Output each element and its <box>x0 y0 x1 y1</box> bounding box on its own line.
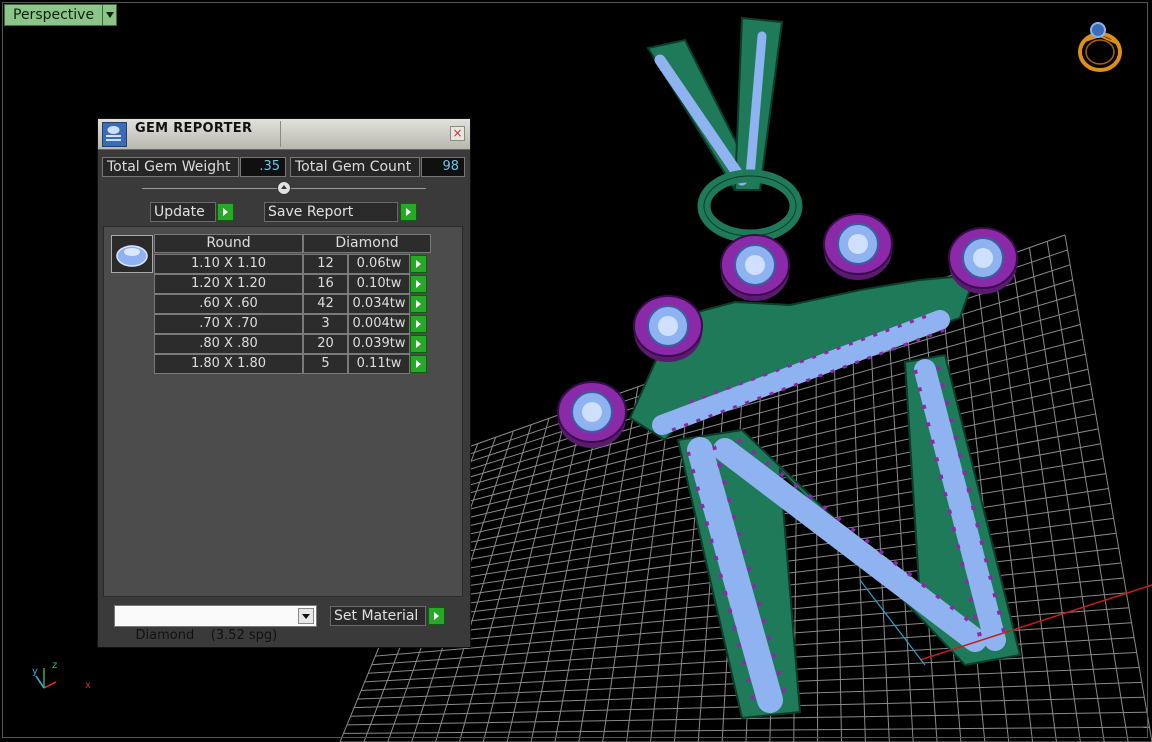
row-count: 20 <box>303 334 348 354</box>
pendant-model <box>557 16 1022 720</box>
row-select-play-icon[interactable] <box>410 355 427 373</box>
panel-title: GEM REPORTER <box>135 121 253 136</box>
update-button[interactable]: Update <box>150 202 216 222</box>
row-size: .80 X .80 <box>154 334 303 354</box>
row-select-play-icon[interactable] <box>410 255 427 273</box>
row-select-play-icon[interactable] <box>410 295 427 313</box>
row-count: 16 <box>303 274 348 294</box>
row-select-play-icon[interactable] <box>410 315 427 333</box>
row-size: .60 X .60 <box>154 294 303 314</box>
row-weight: 0.06tw <box>348 254 410 274</box>
view-name-text[interactable]: Perspective <box>4 4 104 26</box>
panel-titlebar[interactable]: GEM REPORTER × <box>98 119 470 150</box>
total-gem-weight-label: Total Gem Weight <box>102 157 239 177</box>
table-row[interactable]: .60 X .60 42 0.034tw <box>154 294 431 314</box>
gem-reporter-icon <box>102 122 127 147</box>
save-report-button[interactable]: Save Report <box>264 202 398 222</box>
row-weight: 0.034tw <box>348 294 410 314</box>
row-weight: 0.039tw <box>348 334 410 354</box>
ring-view-icon[interactable] <box>1074 18 1126 78</box>
set-material-play-icon[interactable] <box>428 607 445 625</box>
row-size: 1.80 X 1.80 <box>154 354 303 374</box>
total-gem-weight-value: .35 <box>240 157 286 177</box>
column-header-material: Diamond <box>303 234 431 253</box>
table-row[interactable]: .80 X .80 20 0.039tw <box>154 334 431 354</box>
column-header-shape: Round <box>154 234 303 253</box>
row-count: 42 <box>303 294 348 314</box>
axis-indicator: x y z <box>28 660 98 704</box>
row-size: .70 X .70 <box>154 314 303 334</box>
total-gem-count-label: Total Gem Count <box>290 157 420 177</box>
dropdown-arrow-icon[interactable] <box>298 608 314 624</box>
gem-thumbnail-icon[interactable] <box>111 235 153 273</box>
set-material-button[interactable]: Set Material <box>330 606 426 626</box>
slider-knob-icon[interactable] <box>277 181 291 195</box>
view-name-label[interactable]: Perspective <box>4 4 118 26</box>
table-row[interactable]: .70 X .70 3 0.004tw <box>154 314 431 334</box>
row-select-play-icon[interactable] <box>410 335 427 353</box>
row-weight: 0.004tw <box>348 314 410 334</box>
table-row[interactable]: 1.80 X 1.80 5 0.11tw <box>154 354 431 374</box>
y-axis-label: y <box>32 666 38 677</box>
close-icon[interactable]: × <box>450 126 465 141</box>
x-axis-label: x <box>85 680 91 691</box>
update-play-icon[interactable] <box>217 203 234 221</box>
row-weight: 0.10tw <box>348 274 410 294</box>
row-count: 3 <box>303 314 348 334</box>
table-row[interactable]: 1.10 X 1.10 12 0.06tw <box>154 254 431 274</box>
row-size: 1.10 X 1.10 <box>154 254 303 274</box>
view-menu-dropdown-icon[interactable] <box>103 4 118 26</box>
row-weight: 0.11tw <box>348 354 410 374</box>
row-select-play-icon[interactable] <box>410 275 427 293</box>
total-gem-count-value: 98 <box>421 157 465 177</box>
material-select[interactable]: Diamond (3.52 spg) <box>114 605 317 643</box>
z-axis-label: z <box>52 660 58 671</box>
material-select-value: Diamond (3.52 spg) <box>135 628 278 643</box>
gem-reporter-panel: GEM REPORTER × Total Gem Weight .35 Tota… <box>97 118 471 648</box>
row-count: 12 <box>303 254 348 274</box>
row-count: 5 <box>303 354 348 374</box>
table-row[interactable]: 1.20 X 1.20 16 0.10tw <box>154 274 431 294</box>
save-report-play-icon[interactable] <box>400 203 417 221</box>
row-size: 1.20 X 1.20 <box>154 274 303 294</box>
